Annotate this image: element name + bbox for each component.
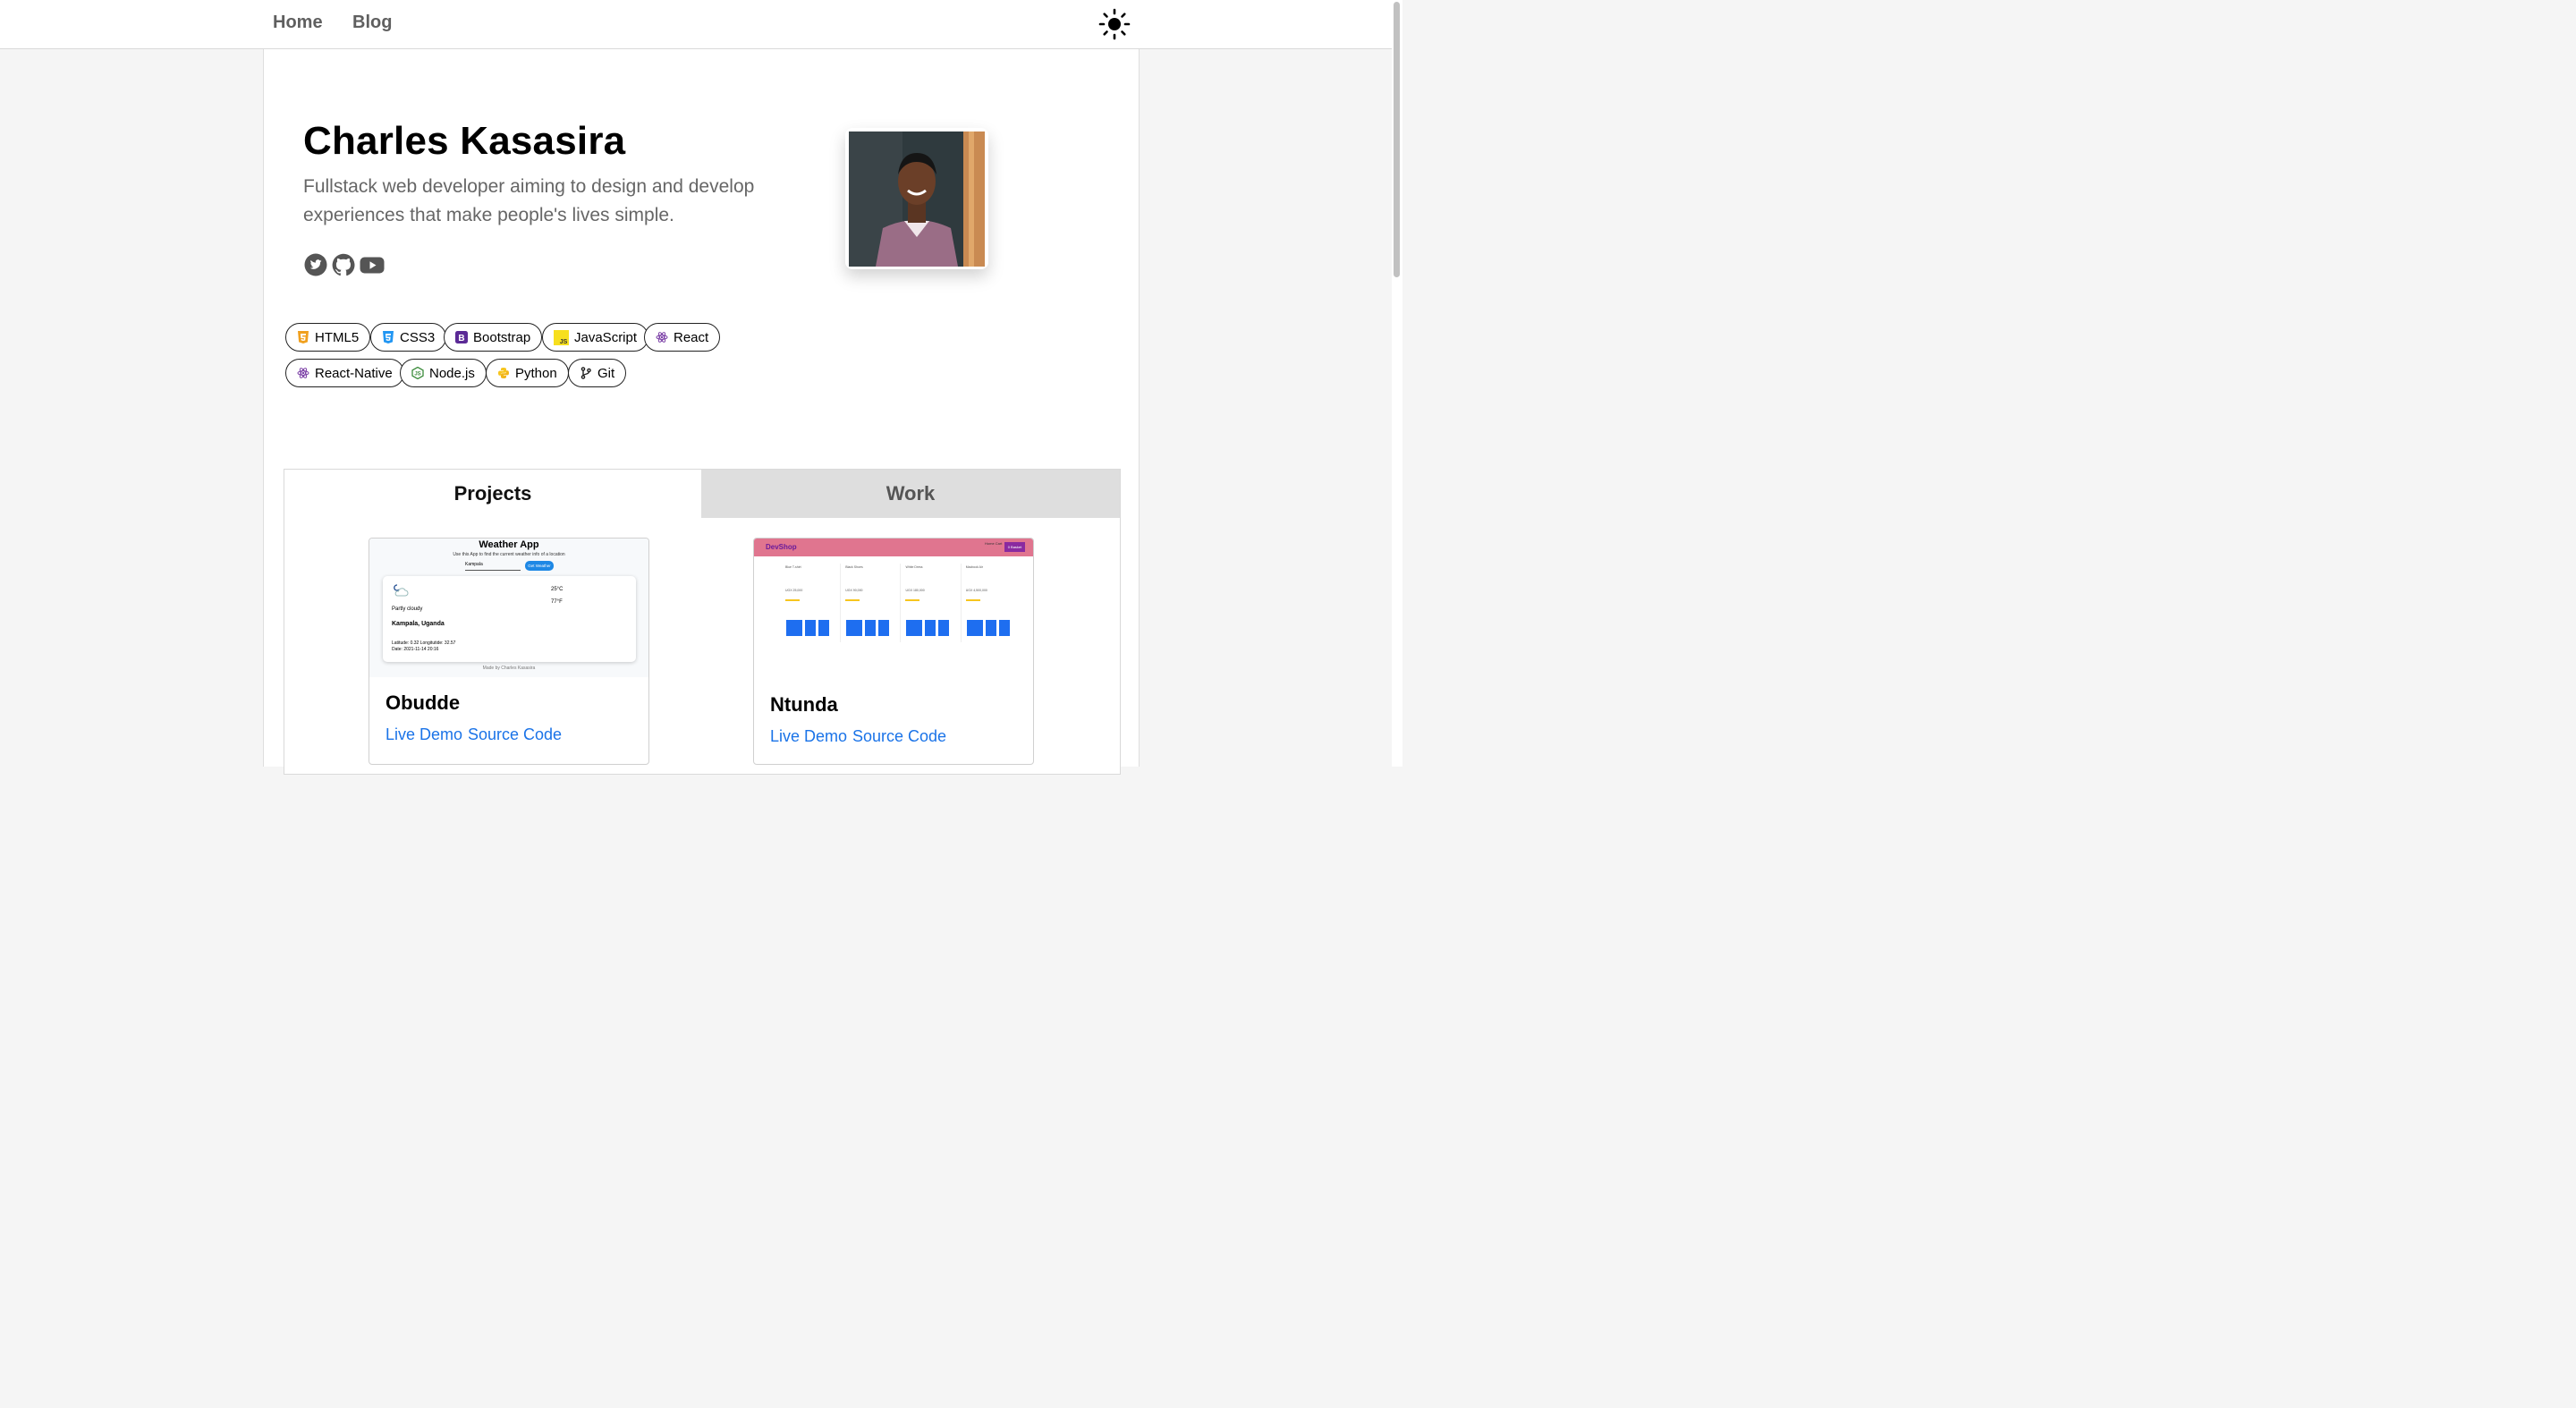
- page-scrollbar[interactable]: [1392, 0, 1402, 767]
- project-screenshot[interactable]: Weather App Use this App to find the cur…: [369, 539, 648, 677]
- skill-label: HTML5: [315, 329, 360, 345]
- main-content: Charles Kasasira Fullstack web developer…: [263, 49, 1140, 775]
- preview-product-rating: [785, 599, 800, 601]
- project-title: Ntunda: [770, 693, 838, 716]
- nav-home-link[interactable]: Home: [273, 13, 323, 33]
- partly-cloudy-icon: [394, 584, 409, 597]
- profile-name: Charles Kasasira: [303, 119, 626, 163]
- preview-product-buttons: [846, 620, 890, 636]
- preview-product-name: White Dress: [905, 565, 923, 569]
- preview-temp-f: 77°F: [551, 599, 563, 605]
- preview-devshop-header: DevShop Home Cart 0 Basket: [754, 539, 1033, 556]
- source-code-link[interactable]: Source Code: [468, 725, 562, 744]
- preview-product-rating: [965, 599, 980, 601]
- skill-pill-html5[interactable]: HTML5: [285, 323, 371, 352]
- preview-product-name: Black Shoes: [845, 565, 863, 569]
- nodejs-icon: JS: [411, 366, 424, 380]
- preview-product: Black Shoes UGX 90,000: [841, 564, 902, 642]
- preview-weather-card: 25°C 77°F Partly cloudy Kampala, Uganda …: [383, 576, 636, 662]
- preview-product: White Dress UGX 180,000: [901, 564, 962, 642]
- skill-label: Python: [515, 365, 557, 381]
- project-screenshot[interactable]: DevShop Home Cart 0 Basket Blue T-shirt …: [754, 539, 1033, 677]
- preview-subtitle: Use this App to find the current weather…: [453, 552, 565, 557]
- scrollbar-thumb[interactable]: [1394, 2, 1400, 277]
- preview-basket-button: 0 Basket: [1004, 542, 1025, 552]
- svg-text:B: B: [458, 334, 464, 344]
- preview-temp-c: 25°C: [551, 587, 564, 592]
- html5-icon: [297, 331, 309, 344]
- preview-location: Kampala, Uganda: [392, 621, 445, 627]
- svg-text:JS: JS: [414, 372, 420, 377]
- preview-product-buttons: [966, 620, 1010, 636]
- skill-pill-python[interactable]: Python: [486, 359, 569, 387]
- git-branch-icon: [580, 367, 592, 379]
- live-demo-link[interactable]: Live Demo: [770, 727, 847, 746]
- svg-text:JS: JS: [560, 339, 568, 345]
- live-demo-link[interactable]: Live Demo: [386, 725, 462, 744]
- preview-footer: Made by Charles Kasasira: [482, 666, 536, 671]
- preview-product-price: UGX 4,500,000: [965, 589, 987, 592]
- preview-product-price: UGX 90,000: [845, 589, 863, 592]
- profile-tagline: Fullstack web developer aiming to design…: [303, 176, 755, 225]
- skill-pill-javascript[interactable]: JS JavaScript: [542, 323, 649, 352]
- python-icon: [497, 367, 510, 379]
- preview-app-title: Weather App: [479, 539, 539, 550]
- preview-product-buttons: [786, 620, 829, 636]
- preview-product: Blue T-shirt UGX 25,000: [781, 564, 842, 642]
- skill-pill-git[interactable]: Git: [568, 359, 627, 387]
- react-icon: [656, 331, 668, 344]
- skill-label: Bootstrap: [473, 329, 531, 345]
- profile-photo-image: [849, 131, 985, 267]
- skill-pill-nodejs[interactable]: JS Node.js: [400, 359, 487, 387]
- portfolio-tabs: Projects Work Weather App Use this App t…: [284, 469, 1121, 775]
- preview-product-buttons: [906, 620, 950, 636]
- preview-input: Kampala: [465, 562, 521, 571]
- css3-icon: [382, 331, 394, 344]
- preview-coords: Latitude: 0.32 Longitutide: 32.57: [392, 640, 456, 646]
- preview-product-rating: [845, 599, 860, 601]
- project-card: DevShop Home Cart 0 Basket Blue T-shirt …: [753, 538, 1034, 765]
- skill-pill-css3[interactable]: CSS3: [370, 323, 447, 352]
- preview-button: Get Weather: [525, 561, 554, 571]
- youtube-icon[interactable]: [360, 253, 385, 276]
- tab-projects[interactable]: Projects: [284, 470, 701, 518]
- skill-pill-react-native[interactable]: React-Native: [285, 359, 404, 387]
- preview-date: Date: 2021-11-14 20:16: [392, 647, 439, 652]
- skill-pill-bootstrap[interactable]: B Bootstrap: [444, 323, 543, 352]
- theme-toggle-button[interactable]: [1098, 8, 1131, 40]
- bootstrap-icon: B: [455, 331, 468, 344]
- preview-nav-links: Home Cart: [985, 541, 1003, 546]
- skill-label: Node.js: [429, 365, 475, 381]
- preview-condition: Partly cloudy: [392, 606, 423, 612]
- preview-product-name: Blue T-shirt: [785, 565, 801, 569]
- sun-icon: [1098, 8, 1131, 40]
- source-code-link[interactable]: Source Code: [852, 727, 946, 746]
- react-native-icon: [297, 367, 309, 379]
- nav-blog-link[interactable]: Blog: [352, 13, 392, 33]
- top-navbar: Home Blog: [0, 0, 1392, 49]
- skill-pill-react[interactable]: React: [644, 323, 721, 352]
- project-card: Weather App Use this App to find the cur…: [369, 538, 649, 765]
- tab-work[interactable]: Work: [701, 470, 1120, 518]
- skill-label: React: [674, 329, 709, 345]
- skill-label: Git: [597, 365, 615, 381]
- javascript-icon: JS: [554, 329, 569, 345]
- project-title: Obudde: [386, 691, 461, 714]
- skill-label: JavaScript: [574, 329, 638, 345]
- preview-product-rating: [905, 599, 920, 601]
- skill-label: CSS3: [400, 329, 436, 345]
- preview-product-price: UGX 180,000: [905, 589, 925, 592]
- preview-brand: DevShop: [766, 543, 797, 551]
- preview-product-price: UGX 25,000: [785, 589, 803, 592]
- preview-product-name: Macbook Air: [965, 565, 983, 569]
- github-icon[interactable]: [332, 253, 355, 276]
- twitter-icon[interactable]: [304, 253, 327, 276]
- skill-label: React-Native: [315, 365, 393, 381]
- profile-photo: [845, 128, 988, 269]
- preview-product: Macbook Air UGX 4,500,000: [962, 564, 1015, 642]
- preview-product-grid: Blue T-shirt UGX 25,000 Black Shoes UGX …: [781, 564, 1015, 642]
